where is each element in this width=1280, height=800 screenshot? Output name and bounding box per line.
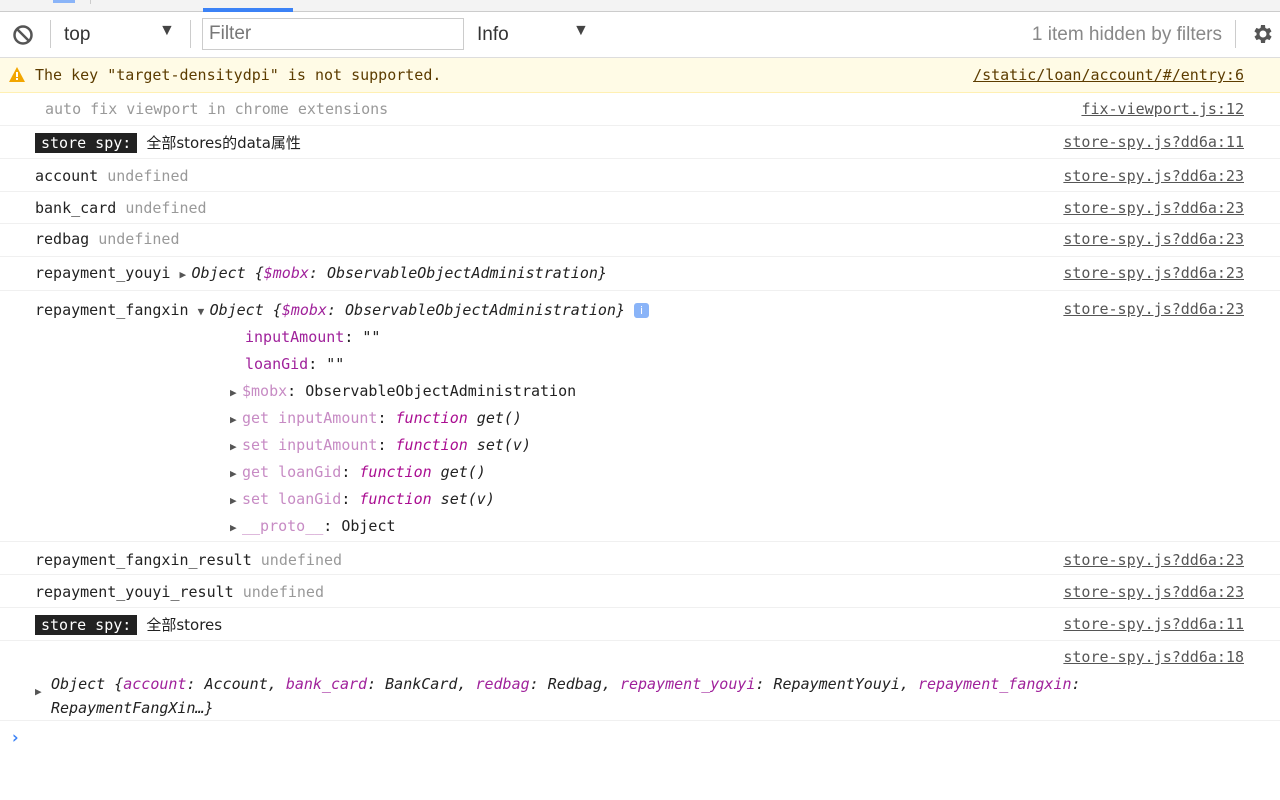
warning-icon: [9, 67, 25, 82]
expand-triangle-icon[interactable]: ▶: [35, 685, 47, 698]
log-message: bank_card undefined: [35, 199, 207, 217]
console-prompt-icon[interactable]: ›: [10, 728, 20, 748]
log-text: auto fix viewport in chrome extensions: [45, 100, 389, 118]
object-summary[interactable]: Object {account: Account, bank_card: Ban…: [51, 672, 1201, 720]
object-property: loanGid: "": [245, 355, 345, 373]
source-link[interactable]: store-spy.js?dd6a:23: [1063, 264, 1244, 282]
context-selector[interactable]: top: [64, 24, 90, 46]
hidden-items-status: 1 item hidden by filters: [1031, 24, 1222, 45]
source-link[interactable]: store-spy.js?dd6a:23: [1063, 551, 1244, 569]
log-text: 全部stores: [146, 616, 223, 634]
console-log-row: repayment_youyi ▶ Object {$mobx: Observab…: [0, 257, 1280, 291]
console-warning-row: The key "target-densitydpi" is not suppo…: [0, 58, 1280, 93]
expand-triangle-icon: ▶: [230, 467, 237, 480]
tab-indicator-small: [53, 0, 75, 3]
toolbar-divider: [50, 20, 51, 48]
store-key: redbag: [35, 230, 90, 248]
store-value: undefined: [260, 551, 343, 569]
source-link[interactable]: store-spy.js?dd6a:23: [1063, 230, 1244, 248]
log-message: account undefined: [35, 167, 189, 185]
log-message: store spy: 全部stores: [35, 614, 222, 635]
devtools-tab-strip: [0, 0, 1280, 12]
console-log-row: auto fix viewport in chrome extensions f…: [0, 93, 1280, 126]
console-log-row: bank_card undefined store-spy.js?dd6a:23: [0, 192, 1280, 224]
console-log-row: account undefined store-spy.js?dd6a:23: [0, 159, 1280, 192]
store-key: repayment_fangxin: [35, 301, 189, 319]
console-log-row: repayment_fangxin_result undefined store…: [0, 542, 1280, 575]
store-key: repayment_fangxin_result: [35, 551, 252, 569]
source-link[interactable]: store-spy.js?dd6a:23: [1063, 167, 1244, 185]
console-log-row: store-spy.js?dd6a:18 ▶ Object {account: …: [0, 641, 1280, 721]
gear-icon[interactable]: [1250, 22, 1274, 46]
store-key: repayment_youyi: [35, 264, 171, 282]
source-link[interactable]: fix-viewport.js:12: [1081, 100, 1244, 118]
log-message: store spy: 全部stores的data属性: [35, 132, 301, 153]
log-message: redbag undefined: [35, 230, 180, 248]
log-message: repayment_fangxin ▼ Object {$mobx: Observ…: [35, 301, 650, 319]
expand-triangle-icon: ▶: [230, 413, 237, 426]
store-key: bank_card: [35, 199, 117, 217]
console-toolbar: top ▼ Info ▼ 1 item hidden by filters: [0, 12, 1280, 58]
context-dropdown-arrow-icon[interactable]: ▼: [159, 22, 175, 40]
object-property-expandable[interactable]: ▶ $mobx: ObservableObjectAdministration: [230, 382, 576, 400]
source-link[interactable]: store-spy.js?dd6a:23: [1063, 300, 1244, 318]
store-value: undefined: [242, 583, 324, 601]
toolbar-divider: [1235, 20, 1236, 48]
source-link[interactable]: store-spy.js?dd6a:11: [1063, 133, 1244, 151]
console-log-row: store spy: 全部stores store-spy.js?dd6a:11: [0, 608, 1280, 641]
log-message: repayment_youyi_result undefined: [35, 583, 324, 601]
store-value: undefined: [98, 230, 180, 248]
expand-triangle-icon: ▶: [230, 386, 237, 399]
store-spy-badge: store spy:: [35, 133, 138, 153]
source-link[interactable]: store-spy.js?dd6a:23: [1063, 583, 1244, 601]
console-log-row: store spy: 全部stores的data属性 store-spy.js?…: [0, 126, 1280, 159]
object-property-expandable[interactable]: ▶ get inputAmount: function get(): [230, 409, 522, 427]
filter-input[interactable]: [202, 18, 464, 50]
toolbar-divider: [190, 20, 191, 48]
expand-triangle-icon: ▶: [230, 494, 237, 507]
store-key: account: [35, 167, 99, 185]
clear-console-icon[interactable]: [12, 24, 34, 46]
store-spy-badge: store spy:: [35, 615, 138, 635]
console-log-row: repayment_youyi_result undefined store-s…: [0, 575, 1280, 608]
info-icon[interactable]: i: [634, 303, 650, 318]
console-messages: The key "target-densitydpi" is not suppo…: [0, 58, 1280, 721]
object-summary[interactable]: Object {$mobx: ObservableObjectAdministr…: [192, 264, 607, 282]
source-link[interactable]: store-spy.js?dd6a:23: [1063, 199, 1244, 217]
object-property-expandable[interactable]: ▶ set inputAmount: function set(v): [230, 436, 531, 454]
expand-triangle-icon: ▶: [230, 440, 237, 453]
log-level-selector[interactable]: Info: [477, 24, 509, 46]
log-message: repayment_youyi ▶ Object {$mobx: Observab…: [35, 264, 607, 282]
source-link[interactable]: store-spy.js?dd6a:11: [1063, 615, 1244, 633]
source-link[interactable]: /static/loan/account/#/entry:6: [973, 66, 1244, 84]
expand-triangle-icon[interactable]: ▶: [180, 268, 192, 281]
expand-triangle-icon: ▶: [230, 521, 237, 534]
log-message: repayment_fangxin_result undefined: [35, 551, 342, 569]
level-dropdown-arrow-icon[interactable]: ▼: [573, 22, 589, 40]
store-value: undefined: [125, 199, 207, 217]
object-property-expandable[interactable]: ▶ __proto__: Object: [230, 517, 396, 535]
store-key: repayment_youyi_result: [35, 583, 234, 601]
object-property-expandable[interactable]: ▶ get loanGid: function get(): [230, 463, 486, 481]
store-value: undefined: [107, 167, 189, 185]
console-log-row-expanded: repayment_fangxin ▼ Object {$mobx: Observ…: [0, 291, 1280, 542]
source-link[interactable]: store-spy.js?dd6a:18: [1063, 648, 1244, 666]
warning-text: The key "target-densitydpi" is not suppo…: [35, 66, 442, 84]
console-log-row: redbag undefined store-spy.js?dd6a:23: [0, 224, 1280, 257]
object-property: inputAmount: "": [245, 328, 381, 346]
collapse-triangle-icon[interactable]: ▼: [198, 305, 210, 318]
object-summary[interactable]: Object {$mobx: ObservableObjectAdministr…: [210, 301, 625, 319]
tab-divider: [90, 0, 91, 4]
log-text: 全部stores的data属性: [146, 134, 301, 152]
object-property-expandable[interactable]: ▶ set loanGid: function set(v): [230, 490, 495, 508]
